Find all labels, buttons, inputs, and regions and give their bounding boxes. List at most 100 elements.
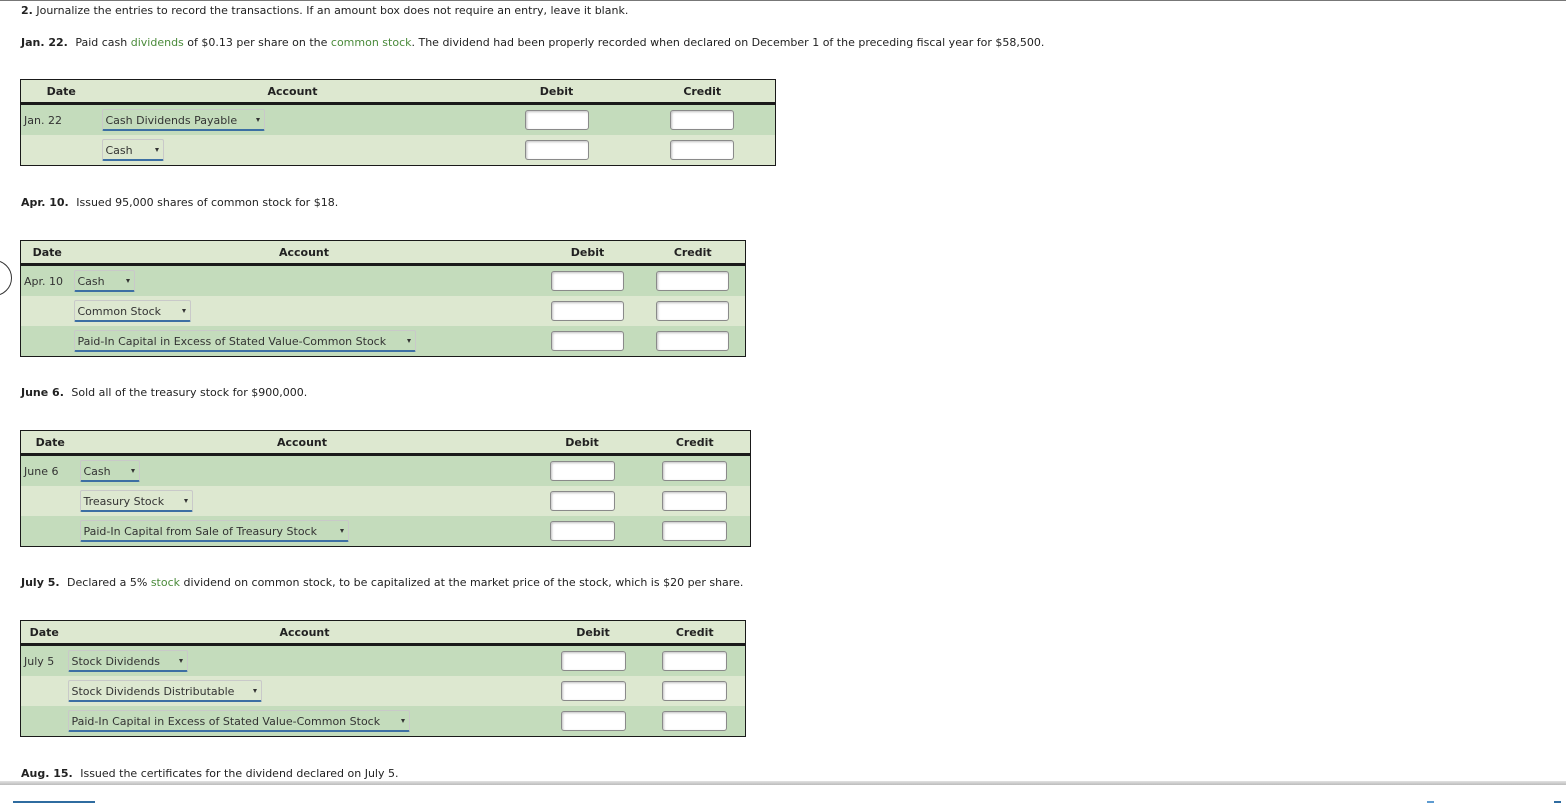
header-debit: Debit <box>541 620 645 646</box>
credit-input[interactable] <box>670 110 735 130</box>
dropdown-arrow-icon <box>183 499 188 503</box>
dropdown-arrow-icon <box>406 339 411 343</box>
instruction-number: 2. <box>21 4 33 17</box>
debit-input[interactable] <box>560 711 626 731</box>
credit-input[interactable] <box>662 651 728 671</box>
desc-text: dividend on common stock, to be capitali… <box>180 576 744 589</box>
debit-input[interactable] <box>560 651 626 671</box>
credit-input[interactable] <box>656 271 730 291</box>
header-date: Date <box>20 79 102 105</box>
row-date <box>20 135 102 166</box>
journal-table-jun6: Date Account Debit Credit June 6 Cash Tr… <box>20 430 751 547</box>
glossary-link-common-stock[interactable]: common stock <box>331 36 412 49</box>
account-select[interactable]: Paid-In Capital from Sale of Treasury St… <box>79 520 349 542</box>
table-header: Date Account Debit Credit <box>20 240 746 266</box>
transaction-date-label: June 6. <box>21 386 64 399</box>
account-select-value: Cash Dividends Payable <box>105 114 238 127</box>
header-account: Account <box>101 79 484 105</box>
row-date: Apr. 10 <box>20 264 74 296</box>
dropdown-arrow-icon <box>181 309 186 313</box>
header-debit: Debit <box>534 240 641 266</box>
account-select-value: Cash <box>105 144 133 157</box>
glossary-link-dividends[interactable]: dividends <box>131 36 184 49</box>
account-select-value: Paid-In Capital in Excess of Stated Valu… <box>77 335 387 348</box>
account-select[interactable]: Paid-In Capital in Excess of Stated Valu… <box>73 330 416 352</box>
debit-input[interactable] <box>551 271 624 291</box>
desc-text: Issued 95,000 shares of common stock for… <box>76 196 339 209</box>
debit-input[interactable] <box>551 301 624 321</box>
debit-input[interactable] <box>551 331 624 351</box>
journal-table-jan22: Date Account Debit Credit Jan. 22 Cash D… <box>20 79 776 166</box>
account-select[interactable]: Common Stock <box>73 300 191 322</box>
row-date: Jan. 22 <box>20 103 102 135</box>
header-account: Account <box>67 620 542 646</box>
instruction-text: Journalize the entries to record the tra… <box>36 4 629 17</box>
debit-input[interactable] <box>524 110 589 130</box>
header-credit: Credit <box>640 240 746 266</box>
debit-input[interactable] <box>549 491 615 511</box>
dropdown-arrow-icon <box>125 279 130 283</box>
table-row: Treasury Stock <box>20 486 751 516</box>
account-select-value: Paid-In Capital in Excess of Stated Valu… <box>71 715 381 728</box>
account-select[interactable]: Cash Dividends Payable <box>101 109 265 131</box>
table-row: Cash <box>20 135 776 166</box>
credit-input[interactable] <box>662 491 728 511</box>
table-row: Jan. 22 Cash Dividends Payable <box>20 103 776 135</box>
transaction-description-jan22: Jan. 22. Paid cash dividends of $0.13 pe… <box>21 36 1044 49</box>
desc-text: Issued the certificates for the dividend… <box>80 767 399 780</box>
desc-text: Paid cash <box>75 36 131 49</box>
row-date: July 5 <box>20 644 68 676</box>
account-select[interactable]: Cash <box>79 460 140 482</box>
debit-input[interactable] <box>560 681 626 701</box>
credit-input[interactable] <box>662 461 728 481</box>
credit-input[interactable] <box>662 681 728 701</box>
glossary-link-stock[interactable]: stock <box>151 576 180 589</box>
account-select[interactable]: Stock Dividends Distributable <box>67 680 262 702</box>
header-credit: Credit <box>644 620 746 646</box>
credit-input[interactable] <box>670 140 735 160</box>
header-debit: Debit <box>483 79 630 105</box>
table-row: Stock Dividends Distributable <box>20 676 746 706</box>
debit-input[interactable] <box>524 140 589 160</box>
transaction-date-label: July 5. <box>21 576 60 589</box>
table-row: Paid-In Capital from Sale of Treasury St… <box>20 516 751 547</box>
credit-input[interactable] <box>656 331 730 351</box>
table-row: Paid-In Capital in Excess of Stated Valu… <box>20 326 746 357</box>
row-date <box>20 706 68 737</box>
account-select-value: Cash <box>83 465 111 478</box>
account-select[interactable]: Treasury Stock <box>79 490 193 512</box>
table-header: Date Account Debit Credit <box>20 79 776 105</box>
table-row: June 6 Cash <box>20 454 751 486</box>
credit-input[interactable] <box>662 711 728 731</box>
credit-input[interactable] <box>662 521 728 541</box>
account-select[interactable]: Stock Dividends <box>67 650 188 672</box>
debit-input[interactable] <box>549 461 615 481</box>
transaction-description-jul5: July 5. Declared a 5% stock dividend on … <box>21 576 743 589</box>
credit-input[interactable] <box>656 301 730 321</box>
dropdown-arrow-icon <box>339 529 344 533</box>
account-select[interactable]: Cash <box>101 139 164 161</box>
account-select[interactable]: Paid-In Capital in Excess of Stated Valu… <box>67 710 410 732</box>
desc-text: . The dividend had been properly recorde… <box>411 36 1045 49</box>
table-row: Paid-In Capital in Excess of Stated Valu… <box>20 706 746 737</box>
top-border <box>0 0 1566 1</box>
dropdown-arrow-icon <box>154 148 159 152</box>
account-select-value: Cash <box>77 275 105 288</box>
header-date: Date <box>20 430 80 456</box>
desc-text: Sold all of the treasury stock for $900,… <box>71 386 308 399</box>
dropdown-arrow-icon <box>400 719 405 723</box>
table-header: Date Account Debit Credit <box>20 430 751 456</box>
account-select-value: Paid-In Capital from Sale of Treasury St… <box>83 525 317 538</box>
account-select-value: Treasury Stock <box>83 495 165 508</box>
transaction-date-label: Aug. 15. <box>21 767 73 780</box>
table-header: Date Account Debit Credit <box>20 620 746 646</box>
row-date <box>20 326 74 357</box>
row-date <box>20 676 68 706</box>
account-select-value: Common Stock <box>77 305 161 318</box>
account-select[interactable]: Cash <box>73 270 135 292</box>
table-row: July 5 Stock Dividends <box>20 644 746 676</box>
header-credit: Credit <box>629 79 776 105</box>
row-date <box>20 296 74 326</box>
header-account: Account <box>79 430 525 456</box>
debit-input[interactable] <box>549 521 615 541</box>
